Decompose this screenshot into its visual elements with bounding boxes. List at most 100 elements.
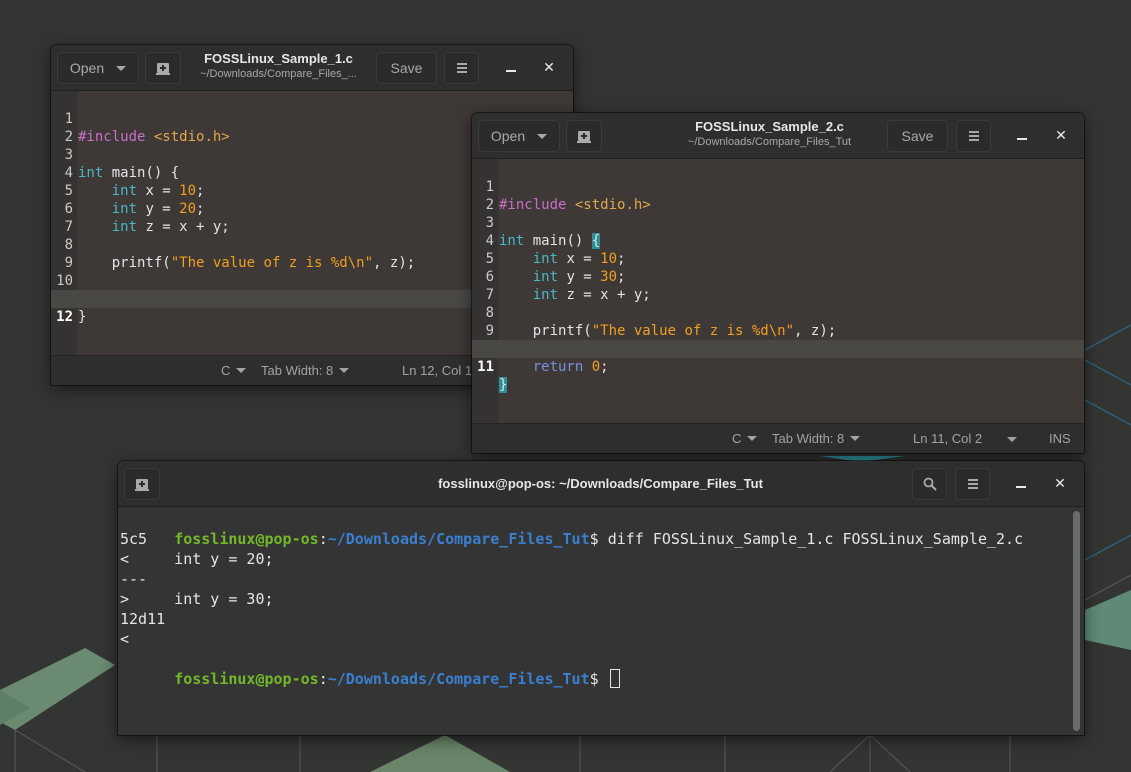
- prompt-path: ~/Downloads/Compare_Files_Tut: [327, 530, 590, 548]
- editor1-headerbar: Open FOSSLinux_Sample_1.c ~/Downloads/Co…: [51, 45, 573, 91]
- chevron-down-icon: [236, 368, 247, 373]
- minimize-button[interactable]: [501, 58, 521, 78]
- output-line: 5c5: [120, 530, 148, 548]
- file-name: FOSSLinux_Sample_1.c: [204, 51, 353, 66]
- tab-width-selector[interactable]: Tab Width: 8: [261, 363, 350, 378]
- command-line: fosslinux@pop-os:~/Downloads/Compare_Fil…: [120, 509, 1023, 548]
- menu-button[interactable]: [956, 120, 991, 152]
- hamburger-menu-icon: [967, 479, 978, 489]
- hamburger-menu-icon: [456, 63, 467, 73]
- chevron-down-icon: [339, 368, 350, 373]
- tab-width-selector[interactable]: Tab Width: 8: [772, 431, 861, 446]
- window-title: FOSSLinux_Sample_2.c ~/Downloads/Compare…: [672, 118, 867, 150]
- output-line: 12d11: [120, 610, 166, 628]
- window-title: FOSSLinux_Sample_1.c ~/Downloads/Compare…: [191, 50, 366, 82]
- open-button[interactable]: Open: [478, 120, 560, 152]
- terminal-title: fosslinux@pop-os: ~/Downloads/Compare_Fi…: [368, 475, 833, 492]
- new-tab-icon: [135, 478, 149, 491]
- code-line: 9: [472, 304, 1084, 339]
- save-label: Save: [901, 128, 934, 144]
- chevron-down-icon: [1007, 437, 1017, 442]
- language-selector[interactable]: C: [221, 363, 247, 378]
- prompt-user: fosslinux@pop-os: [174, 530, 319, 548]
- close-button[interactable]: ✕: [1051, 126, 1071, 146]
- position-menu-button[interactable]: [1007, 437, 1017, 442]
- prompt-separator: :: [318, 670, 328, 688]
- output-line: > int y = 30;: [120, 590, 274, 608]
- current-line: 11 }: [472, 340, 1084, 393]
- file-name: FOSSLinux_Sample_2.c: [695, 119, 844, 134]
- code-line: 7: [472, 268, 1084, 303]
- close-icon: ✕: [543, 60, 555, 76]
- chevron-down-icon: [747, 436, 758, 441]
- code-line: 8 printf("The value of z is %d\n", z);: [472, 286, 1084, 339]
- output-line: ---: [120, 570, 148, 588]
- number-literal: 0: [591, 359, 601, 375]
- save-button[interactable]: Save: [887, 120, 948, 152]
- code-line: 2: [472, 178, 1084, 213]
- editor2-headerbar: Open FOSSLinux_Sample_2.c ~/Downloads/Co…: [472, 113, 1084, 159]
- minimize-icon: [506, 70, 516, 72]
- close-icon: ✕: [1055, 128, 1067, 144]
- output-line: <: [120, 630, 130, 648]
- prompt-dollar: $: [589, 670, 608, 688]
- matched-brace: }: [499, 377, 508, 393]
- language-selector[interactable]: C: [732, 431, 758, 446]
- open-button[interactable]: Open: [57, 52, 139, 84]
- file-path: ~/Downloads/Compare_Files_...: [200, 68, 357, 80]
- new-document-icon: [577, 130, 591, 143]
- cursor-position-label: Ln 12, Col 1: [402, 363, 473, 378]
- chevron-down-icon: [850, 436, 861, 441]
- prompt-user: fosslinux@pop-os: [174, 670, 319, 688]
- close-button[interactable]: ✕: [1050, 474, 1070, 494]
- search-button[interactable]: [912, 468, 947, 500]
- cursor-position[interactable]: Ln 11, Col 2: [913, 431, 982, 446]
- new-document-icon: [156, 62, 170, 75]
- text-cursor: [609, 669, 620, 688]
- new-tab-button[interactable]: [124, 468, 160, 500]
- open-label: Open: [69, 60, 105, 76]
- terminal-window: fosslinux@pop-os: ~/Downloads/Compare_Fi…: [118, 461, 1084, 735]
- close-button[interactable]: ✕: [539, 58, 559, 78]
- new-tab-button[interactable]: [145, 52, 181, 84]
- prompt-dollar: $: [589, 530, 608, 548]
- cursor-position: Ln 12, Col 1: [402, 363, 472, 378]
- search-icon: [923, 477, 937, 491]
- terminal-scrollbar[interactable]: [1073, 511, 1080, 731]
- language-label: C: [732, 431, 742, 446]
- command-text: diff FOSSLinux_Sample_1.c FOSSLinux_Samp…: [607, 530, 1024, 548]
- hamburger-menu-icon: [968, 131, 979, 141]
- language-label: C: [221, 363, 231, 378]
- minimize-button[interactable]: [1012, 126, 1032, 146]
- open-label: Open: [490, 128, 526, 144]
- wallpaper-shape: [1085, 590, 1131, 650]
- insert-mode-indicator: INS: [1049, 431, 1071, 446]
- editor2-text-area[interactable]: 1 #include <stdio.h> 2 3 int main() { 4 …: [472, 159, 1084, 423]
- menu-button[interactable]: [955, 468, 990, 500]
- save-label: Save: [390, 60, 423, 76]
- save-button[interactable]: Save: [376, 52, 437, 84]
- code-line: 6 int z = x + y;: [472, 250, 1084, 303]
- terminal-title-text: fosslinux@pop-os: ~/Downloads/Compare_Fi…: [438, 476, 763, 491]
- text-editor-window-2: Open FOSSLinux_Sample_2.c ~/Downloads/Co…: [472, 113, 1084, 453]
- minimize-button[interactable]: [1011, 474, 1031, 494]
- close-icon: ✕: [1054, 476, 1066, 492]
- code-line: 3 int main() {: [472, 196, 1084, 249]
- chevron-down-icon: [537, 133, 548, 139]
- file-path: ~/Downloads/Compare_Files_Tut: [687, 136, 852, 148]
- code-line: 1 #include <stdio.h>: [472, 160, 1084, 213]
- wallpaper-shape: [0, 648, 115, 730]
- tab-width-label: Tab Width: 8: [261, 363, 334, 378]
- return-keyword: return: [532, 359, 584, 375]
- menu-button[interactable]: [444, 52, 479, 84]
- chevron-down-icon: [116, 65, 127, 71]
- code-line: 1 #include <stdio.h>: [51, 92, 573, 145]
- terminal-headerbar: fosslinux@pop-os: ~/Downloads/Compare_Fi…: [118, 461, 1084, 507]
- prompt-path: ~/Downloads/Compare_Files_Tut: [327, 670, 590, 688]
- editor2-statusbar: C Tab Width: 8 Ln 11, Col 2 INS: [472, 423, 1084, 453]
- terminal-output[interactable]: fosslinux@pop-os:~/Downloads/Compare_Fil…: [118, 507, 1084, 735]
- prompt-separator: :: [318, 530, 328, 548]
- output-line: < int y = 20;: [120, 550, 274, 568]
- tab-width-label: Tab Width: 8: [772, 431, 845, 446]
- new-tab-button[interactable]: [566, 120, 602, 152]
